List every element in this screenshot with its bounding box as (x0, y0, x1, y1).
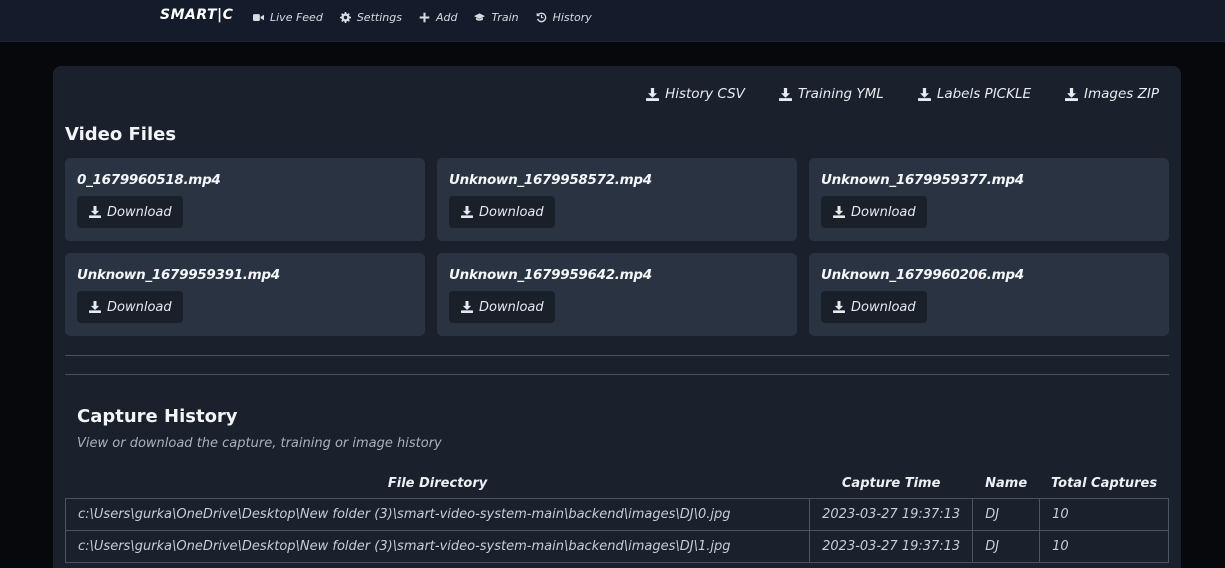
file-directory-cell: c:\Users\gurka\OneDrive\Desktop\New fold… (64, 529, 811, 563)
nav-item-label: Settings (356, 11, 402, 24)
export-images-zip-link[interactable]: Images ZIP (1065, 86, 1159, 102)
video-camera-icon (253, 14, 264, 21)
download-button[interactable]: Download (449, 291, 555, 323)
export-label: Labels PICKLE (936, 86, 1032, 102)
download-label: Download (479, 299, 544, 315)
column-header-capture-time: Capture Time (841, 476, 941, 492)
export-labels-pickle-link[interactable]: Labels PICKLE (917, 86, 1032, 102)
download-icon (646, 87, 660, 101)
export-history-csv-link[interactable]: History CSV (646, 86, 745, 102)
capture-history-title: Capture History (77, 406, 238, 427)
download-button[interactable]: Download (821, 291, 927, 323)
brand-logo[interactable]: SMART|C (160, 7, 233, 23)
gear-icon (339, 12, 351, 23)
download-label: Download (107, 204, 172, 220)
file-directory-cell: c:\Users\gurka\OneDrive\Desktop\New fold… (64, 497, 811, 531)
nav-item-label: Train (491, 11, 519, 24)
export-label: History CSV (665, 86, 745, 102)
download-icon (833, 206, 845, 218)
video-card: 0_1679960518.mp4 Download (65, 158, 425, 241)
video-filename: Unknown_1679959377.mp4 (821, 172, 1024, 188)
nav-item-label: History (552, 11, 592, 24)
video-filename: 0_1679960518.mp4 (77, 172, 221, 188)
main-panel: History CSV Training YML Labels PICKLE I… (53, 66, 1181, 568)
capture-time-cell: 2023-03-27 19:37:13 (809, 497, 974, 531)
capture-history-table: File Directory Capture Time Name Total C… (64, 470, 1169, 563)
download-icon (1065, 87, 1079, 101)
download-button[interactable]: Download (77, 196, 183, 228)
download-button[interactable]: Download (77, 291, 183, 323)
capture-time-cell: 2023-03-27 19:37:13 (809, 529, 974, 563)
graduation-cap-icon (474, 13, 486, 21)
download-icon (461, 206, 473, 218)
export-training-yml-link[interactable]: Training YML (778, 86, 884, 102)
download-icon (833, 301, 845, 313)
download-label: Download (851, 299, 916, 315)
section-divider (65, 355, 1169, 356)
history-icon (536, 12, 546, 23)
nav-item-live-feed[interactable]: Live Feed (253, 11, 323, 24)
download-icon (917, 87, 931, 101)
video-files-title: Video Files (65, 124, 177, 145)
download-button[interactable]: Download (449, 196, 555, 228)
total-captures-cell: 10 (1039, 529, 1169, 563)
video-card: Unknown_1679958572.mp4 Download (437, 158, 797, 241)
section-divider (65, 374, 1169, 375)
video-filename: Unknown_1679959642.mp4 (449, 267, 652, 283)
table-row: c:\Users\gurka\OneDrive\Desktop\New fold… (64, 529, 1169, 563)
export-label: Images ZIP (1084, 86, 1159, 102)
plus-icon (419, 12, 430, 23)
download-icon (461, 301, 473, 313)
table-row: c:\Users\gurka\OneDrive\Desktop\New fold… (64, 497, 1169, 531)
video-card: Unknown_1679960206.mp4 Download (809, 253, 1169, 336)
name-cell: DJ (972, 497, 1041, 531)
download-button[interactable]: Download (821, 196, 927, 228)
download-icon (89, 206, 101, 218)
table-header-row: File Directory Capture Time Name Total C… (66, 470, 1169, 498)
export-links: History CSV Training YML Labels PICKLE I… (612, 86, 1159, 102)
nav-item-train[interactable]: Train (474, 11, 519, 24)
capture-history-subtitle: View or download the capture, training o… (77, 436, 442, 451)
video-files-grid: 0_1679960518.mp4 Download Unknown_167995… (65, 158, 1169, 336)
video-filename: Unknown_1679960206.mp4 (821, 267, 1024, 283)
video-card: Unknown_1679959391.mp4 Download (65, 253, 425, 336)
download-icon (778, 87, 792, 101)
nav-item-add[interactable]: Add (419, 11, 458, 24)
video-card: Unknown_1679959642.mp4 Download (437, 253, 797, 336)
nav-item-label: Live Feed (270, 11, 323, 24)
total-captures-cell: 10 (1039, 497, 1169, 531)
video-card: Unknown_1679959377.mp4 Download (809, 158, 1169, 241)
nav-item-label: Add (435, 11, 458, 24)
column-header-total-captures: Total Captures (1050, 476, 1158, 492)
export-label: Training YML (797, 86, 884, 102)
download-label: Download (851, 204, 916, 220)
name-cell: DJ (972, 529, 1041, 563)
download-icon (89, 301, 101, 313)
column-header-file-directory: File Directory (387, 476, 488, 492)
nav-item-settings[interactable]: Settings (339, 11, 402, 24)
video-filename: Unknown_1679958572.mp4 (449, 172, 652, 188)
nav-item-history[interactable]: History (536, 11, 592, 24)
nav-menu: Live Feed Settings Add Train History (253, 11, 609, 24)
top-navbar: SMART|C Live Feed Settings Add Train His… (0, 0, 1225, 42)
column-header-name: Name (985, 476, 1028, 492)
download-label: Download (107, 299, 172, 315)
video-filename: Unknown_1679959391.mp4 (77, 267, 280, 283)
download-label: Download (479, 204, 544, 220)
